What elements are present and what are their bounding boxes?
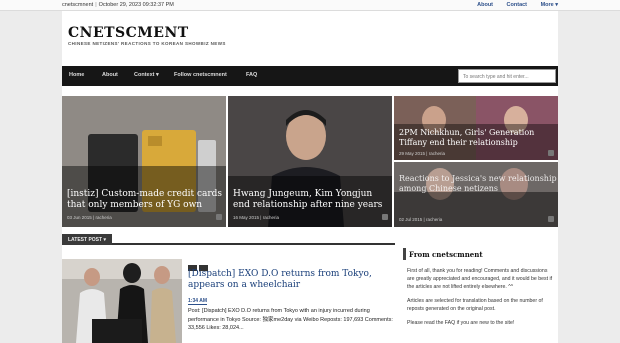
featured-author[interactable]: racheria [426,217,442,222]
featured-date: 29 May 2015 [399,151,426,156]
latest-post-bar: LATEST POST ▾ [62,234,395,245]
featured-card-nichkhun[interactable]: 2PM Nichkhun, Girls' Generation Tiffany … [394,96,558,160]
featured-meta: 02 Jul 2015 | racheria [399,217,443,222]
featured-grid: [instiz] Custom-made credit cards that o… [62,96,558,227]
nav-follow[interactable]: Follow cnetscmnent [174,72,227,78]
latest-post-title[interactable]: [Dispatch] EXO D.O returns from Tokyo, a… [188,269,398,292]
sidebar-text: First of all, thank you for reading! Com… [407,267,555,333]
nav-context[interactable]: Context ▾ [134,72,159,78]
featured-author[interactable]: racheria [263,215,279,220]
featured-card-credit-cards[interactable]: [instiz] Custom-made credit cards that o… [62,96,226,227]
nav-home[interactable]: Home [69,72,84,78]
sidebar-paragraph: Please read the FAQ if you are new to th… [407,320,515,327]
featured-card-breakup[interactable]: Hwang Jungeum, Kim Yongjun end relations… [228,96,392,227]
featured-date: 02 Jul 2015 [399,217,423,222]
main-nav: Home About Context ▾ Follow cnetscmnent … [62,66,558,86]
featured-meta: 16 May 2015 | racheria [233,215,279,220]
featured-title[interactable]: Reactions to Jessica's new relationship … [399,174,557,193]
search-input[interactable]: To search type and hit enter... [458,69,556,83]
featured-title[interactable]: [instiz] Custom-made credit cards that o… [67,189,225,211]
about-link[interactable]: About [477,2,493,8]
bookmark-icon[interactable] [548,216,554,222]
post-thumbnail[interactable] [62,259,182,343]
sidebar-heading-text: From cnetscmnent [409,250,483,259]
sidebar-heading: From cnetscmnent [403,248,558,260]
exo-do-photo [62,259,182,343]
featured-meta: 29 May 2015 | racheria [399,151,445,156]
site-tagline: CHINESE NETIZENS' REACTIONS TO KOREAN SH… [68,41,226,46]
top-links: About Contact More ▾ [465,2,558,8]
sidebar-paragraph: Articles are selected for translation ba… [407,298,543,313]
featured-title[interactable]: Hwang Jungeum, Kim Yongjun end relations… [233,189,391,211]
bookmark-icon[interactable] [216,214,222,220]
featured-meta: 03 Jun 2015 | racheria [67,215,112,220]
nav-about[interactable]: About [102,72,118,78]
site-title[interactable]: CNETSCMENT [68,25,189,41]
top-bar: cnetscmnent | October 29, 2023 09:32:37 PM… [0,0,620,11]
nav-faq[interactable]: FAQ [246,72,257,78]
page-container: CNETSCMENT CHINESE NETIZENS' REACTIONS T… [62,11,558,343]
featured-title[interactable]: 2PM Nichkhun, Girls' Generation Tiffany … [399,128,557,147]
featured-date: 16 May 2015 [233,215,260,220]
separator: | [95,2,97,8]
site-name[interactable]: cnetscmnent [62,2,93,8]
current-datetime: October 29, 2023 09:32:37 PM [98,2,174,8]
more-link[interactable]: More ▾ [541,2,558,8]
featured-date: 03 Jun 2015 [67,215,92,220]
latest-post-time[interactable]: 1:34 AM [188,298,207,305]
featured-author[interactable]: racheria [95,215,111,220]
top-bar-info: cnetscmnent | October 29, 2023 09:32:37 PM [62,2,174,8]
masthead: CNETSCMENT CHINESE NETIZENS' REACTIONS T… [62,11,558,65]
sidebar-paragraph: First of all, thank you for reading! Com… [407,268,553,291]
latest-post-tab[interactable]: LATEST POST ▾ [62,234,112,245]
featured-card-jessica[interactable]: Reactions to Jessica's new relationship … [394,162,558,227]
contact-link[interactable]: Contact [507,2,527,8]
bookmark-icon[interactable] [548,150,554,156]
latest-post-excerpt: Post: [Dispatch] EXO D.O returns from To… [188,308,393,332]
featured-author[interactable]: racheria [429,151,445,156]
bookmark-icon[interactable] [382,214,388,220]
